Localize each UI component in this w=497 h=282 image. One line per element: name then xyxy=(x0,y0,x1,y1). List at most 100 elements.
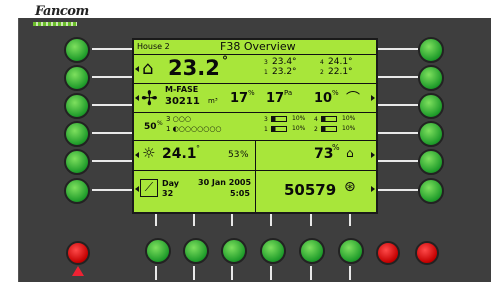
bottom-softkey-4[interactable] xyxy=(260,238,286,264)
divider xyxy=(255,140,256,170)
bottom-lead xyxy=(231,214,233,226)
fan-icon: ✢ xyxy=(141,86,158,110)
status-line-1: 3 ○○○ xyxy=(166,115,192,123)
fancom-logo: Fancom xyxy=(35,4,89,19)
right-lead xyxy=(378,160,418,162)
right-softkey-3[interactable] xyxy=(418,93,444,119)
left-softkey-4[interactable] xyxy=(64,121,90,147)
left-lead xyxy=(92,160,132,162)
bar-3 xyxy=(271,116,287,122)
bottom-softkey-5[interactable] xyxy=(299,238,325,264)
sensor-2-value: 22.1° xyxy=(328,67,353,77)
bar-2-value: 10% xyxy=(342,125,356,132)
network-button[interactable] xyxy=(376,241,400,265)
bottom-tick xyxy=(193,266,195,280)
bottom-softkey-2[interactable] xyxy=(183,238,209,264)
vent-percent: 17 xyxy=(230,91,249,106)
bottom-lead xyxy=(270,214,272,226)
bar-4-label: 4 xyxy=(314,116,318,123)
bottom-softkey-6[interactable] xyxy=(338,238,364,264)
relative-humidity: 73 xyxy=(314,146,334,162)
right-softkey-5[interactable] xyxy=(418,149,444,175)
lcd-screen: House 2 F38 Overview ⌂ 23.2 ° 3 23.4° 4 … xyxy=(132,38,378,214)
outside-humidity: 53 xyxy=(228,150,240,160)
right-lead xyxy=(378,189,418,191)
bar-2-label: 2 xyxy=(314,126,318,133)
left-softkey-2[interactable] xyxy=(64,65,90,91)
left-arrow-icon xyxy=(135,152,139,158)
outside-temperature: 24.1 xyxy=(162,146,197,162)
sensor-3-value: 23.4° xyxy=(272,57,297,67)
outside-row[interactable]: ☼ 24.1 ° 53 % 73 % ⌂ xyxy=(134,140,376,171)
bottom-tick xyxy=(310,266,312,280)
percent-symbol: % xyxy=(248,89,255,97)
bottom-softkey-3[interactable] xyxy=(221,238,247,264)
bottom-lead xyxy=(193,214,195,226)
alarm-button[interactable] xyxy=(66,241,90,265)
main-temperature: 23.2 xyxy=(168,56,220,80)
warning-triangle-icon xyxy=(72,266,84,276)
humidity-house-icon: ⌂ xyxy=(346,146,354,160)
sensor-2-label: 2 xyxy=(320,69,324,76)
percent-symbol: % xyxy=(240,150,249,160)
left-lead xyxy=(92,104,132,106)
bar-1-label: 1 xyxy=(264,126,268,133)
left-lead xyxy=(92,76,132,78)
date-row[interactable]: ⟋ Day 32 30 Jan 2005 5:05 50579 ⊛ xyxy=(134,170,376,212)
pressure-unit: Pa xyxy=(284,89,293,97)
sensor-3-label: 3 xyxy=(264,59,268,66)
air-flow: 30211 xyxy=(165,96,200,107)
left-arrow-icon xyxy=(135,186,139,192)
bottom-tick xyxy=(270,266,272,280)
feeder-icon: ⊛ xyxy=(344,179,356,195)
day-number: 32 xyxy=(162,189,174,198)
sensor-1-label: 1 xyxy=(264,69,268,76)
ventilation-row[interactable]: ✢ M-FASE 30211 m³ 17 % 17 Pa 10 % ⌒ xyxy=(134,83,376,113)
right-softkey-1[interactable] xyxy=(418,37,444,63)
bottom-tick xyxy=(155,266,157,280)
status-line-2: 1 ◐○○○○○○○ xyxy=(166,125,222,133)
current-time: 5:05 xyxy=(230,189,250,198)
counter-value: 50579 xyxy=(284,181,337,199)
stop-button[interactable] xyxy=(415,241,439,265)
right-lead xyxy=(378,48,418,50)
percent-symbol: % xyxy=(332,143,340,152)
day-label: Day xyxy=(162,179,180,188)
page-title: F38 Overview xyxy=(220,40,296,53)
left-softkey-5[interactable] xyxy=(64,149,90,175)
left-softkey-6[interactable] xyxy=(64,178,90,204)
inlet-icon: ⌒ xyxy=(346,91,360,107)
left-lead xyxy=(92,189,132,191)
bottom-softkey-1[interactable] xyxy=(145,238,171,264)
right-arrow-icon xyxy=(371,95,375,101)
status-row[interactable]: 50 % 3 ○○○ 1 ◐○○○○○○○ 3 10% 4 10% 1 10% … xyxy=(134,112,376,141)
bar-3-label: 3 xyxy=(264,116,268,123)
ventilation-mode: M-FASE xyxy=(165,85,199,94)
house-label: House 2 xyxy=(137,42,170,51)
sensor-4-label: 4 xyxy=(320,59,324,66)
bottom-tick xyxy=(349,266,351,280)
bottom-lead xyxy=(349,214,351,226)
sensor-4-value: 24.1° xyxy=(328,57,353,67)
divider xyxy=(255,170,256,212)
left-arrow-icon xyxy=(135,95,139,101)
left-softkey-3[interactable] xyxy=(64,93,90,119)
left-lead xyxy=(92,132,132,134)
bar-3-value: 10% xyxy=(292,115,306,122)
sensor-1-value: 23.2° xyxy=(272,67,297,77)
pressure-value: 17 xyxy=(266,91,285,106)
temperature-row[interactable]: ⌂ 23.2 ° 3 23.4° 4 24.1° 1 23.2° 2 22.1° xyxy=(134,54,376,84)
right-softkey-4[interactable] xyxy=(418,121,444,147)
right-softkey-2[interactable] xyxy=(418,65,444,91)
flow-unit: m³ xyxy=(208,97,218,105)
right-softkey-6[interactable] xyxy=(418,178,444,204)
bottom-tick xyxy=(231,266,233,280)
growth-curve-icon: ⟋ xyxy=(140,179,158,197)
current-date: 30 Jan 2005 xyxy=(198,178,252,187)
right-lead xyxy=(378,76,418,78)
left-softkey-1[interactable] xyxy=(64,37,90,63)
right-arrow-icon xyxy=(371,186,375,192)
left-arrow-icon xyxy=(135,66,139,72)
bottom-lead xyxy=(155,214,157,226)
bar-4-value: 10% xyxy=(342,115,356,122)
